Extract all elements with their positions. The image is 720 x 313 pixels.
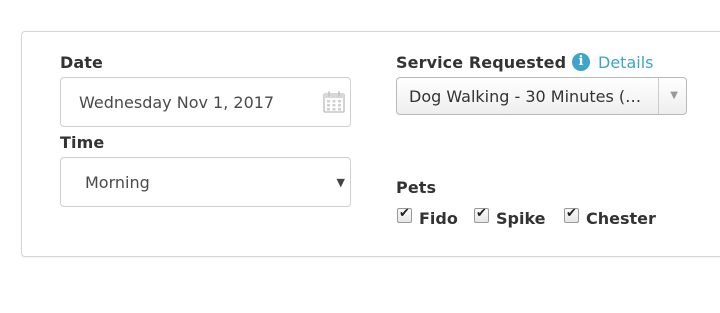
chevron-down-icon: ▼ [670,90,678,101]
pet-option-chester[interactable]: ✔ Chester [564,206,656,228]
checkbox-fido[interactable]: ✔ [397,206,412,223]
service-value: Dog Walking - 30 Minutes (Group) $20 [409,87,649,106]
caret-down-icon: ▼ [336,176,345,189]
pet-name: Spike [496,209,546,228]
pet-option-fido[interactable]: ✔ Fido [397,206,458,228]
pet-name: Chester [586,209,656,228]
calendar-icon[interactable] [322,90,346,114]
service-label: Service Requested [396,53,567,72]
info-icon[interactable]: i [572,53,590,71]
pet-name: Fido [419,209,458,228]
time-label: Time [60,133,105,152]
time-value: Morning [85,173,150,192]
date-label: Date [60,53,103,72]
select-divider [658,78,659,114]
time-select[interactable]: Morning ▼ [60,157,351,207]
checkmark-icon: ✔ [476,206,487,221]
date-value: Wednesday Nov 1, 2017 [79,93,275,112]
checkbox-chester[interactable]: ✔ [564,206,579,223]
pets-label: Pets [396,178,437,197]
checkmark-icon: ✔ [399,206,410,221]
details-link[interactable]: Details [598,53,653,72]
service-select[interactable]: Dog Walking - 30 Minutes (Group) $20 ▼ [396,77,687,115]
checkbox-spike[interactable]: ✔ [474,206,489,223]
checkmark-icon: ✔ [566,206,577,221]
date-input[interactable]: Wednesday Nov 1, 2017 [60,77,351,127]
pet-option-spike[interactable]: ✔ Spike [474,206,546,228]
